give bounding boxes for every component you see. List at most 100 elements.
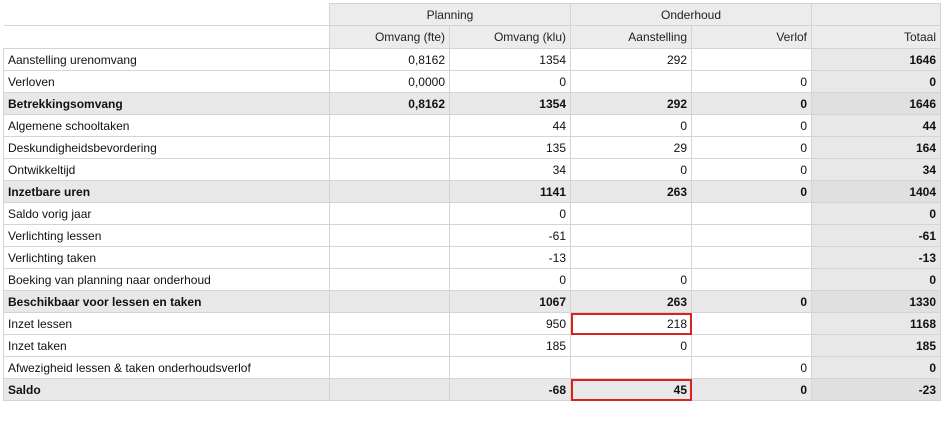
cell-omvang-fte <box>329 202 450 225</box>
cell-totaal: -61 <box>811 224 942 247</box>
row-label: Verloven <box>3 70 330 93</box>
cell-totaal: 34 <box>811 158 942 181</box>
cell-verlof <box>690 334 813 357</box>
row-label: Inzet lessen <box>3 312 330 335</box>
cell-omvang-fte: 0,8162 <box>329 92 450 115</box>
row-label: Verlichting lessen <box>3 224 330 247</box>
cell-aanstelling <box>570 246 692 269</box>
cell-verlof: 0 <box>690 158 813 181</box>
table-row: Verloven 0,0000 0 0 0 <box>3 70 942 93</box>
cell-verlof <box>690 312 813 335</box>
cell-omvang-klu <box>449 356 571 379</box>
cell-verlof: 0 <box>690 70 813 93</box>
cell-aanstelling <box>570 202 692 225</box>
cell-omvang-klu: 185 <box>449 334 571 357</box>
header-col-omvang-fte: Omvang (fte) <box>329 25 450 49</box>
cell-omvang-klu: 34 <box>449 158 571 181</box>
cell-aanstelling: 29 <box>570 136 692 159</box>
cell-aanstelling: 292 <box>570 48 692 71</box>
table-row: Inzet taken 185 0 185 <box>3 334 942 357</box>
cell-verlof: 0 <box>690 180 813 203</box>
cell-omvang-klu: 0 <box>449 202 571 225</box>
cell-verlof: 0 <box>690 136 813 159</box>
cell-totaal: -13 <box>811 246 942 269</box>
cell-omvang-klu: -68 <box>449 378 571 401</box>
row-label: Deskundigheidsbevordering <box>3 136 330 159</box>
cell-verlof: 0 <box>690 92 813 115</box>
cell-omvang-klu: 950 <box>449 312 571 335</box>
cell-omvang-fte <box>329 246 450 269</box>
subtotal-row: Betrekkingsomvang 0,8162 1354 292 0 1646 <box>3 92 942 115</box>
header-col-totaal: Totaal <box>811 25 942 49</box>
cell-omvang-klu: 0 <box>449 268 571 291</box>
cell-verlof <box>690 268 813 291</box>
cell-omvang-fte <box>329 378 450 401</box>
cell-verlof: 0 <box>690 378 813 401</box>
row-label: Inzetbare uren <box>3 180 330 203</box>
cell-aanstelling: 0 <box>570 334 692 357</box>
row-label: Boeking van planning naar onderhoud <box>3 268 330 291</box>
cell-totaal: 1646 <box>811 48 942 71</box>
row-label: Verlichting taken <box>3 246 330 269</box>
row-label: Inzet taken <box>3 334 330 357</box>
row-label: Betrekkingsomvang <box>3 92 330 115</box>
table-row: Verlichting lessen -61 -61 <box>3 224 942 247</box>
cell-omvang-klu: -13 <box>449 246 571 269</box>
cell-aanstelling: 0 <box>570 114 692 137</box>
cell-aanstelling <box>570 224 692 247</box>
table-row: Inzet lessen 950 218 1168 <box>3 312 942 335</box>
cell-omvang-fte <box>329 290 450 313</box>
cell-omvang-fte <box>329 136 450 159</box>
table-row: Aanstelling urenomvang 0,8162 1354 292 1… <box>3 48 942 71</box>
cell-verlof <box>690 202 813 225</box>
cell-totaal: 185 <box>811 334 942 357</box>
table-row: Boeking van planning naar onderhoud 0 0 … <box>3 268 942 291</box>
header-group-planning: Planning <box>329 3 571 26</box>
subtotal-row: Inzetbare uren 1141 263 0 1404 <box>3 180 942 203</box>
hours-overview-table-wrapper: Planning Onderhoud Omvang (fte) Omvang (… <box>3 3 942 401</box>
cell-omvang-klu: 1141 <box>449 180 571 203</box>
cell-verlof: 0 <box>690 114 813 137</box>
cell-aanstelling: 263 <box>570 290 692 313</box>
cell-totaal: 1404 <box>811 180 942 203</box>
cell-aanstelling <box>570 356 692 379</box>
cell-omvang-fte <box>329 158 450 181</box>
header-col-verlof: Verlof <box>690 25 813 49</box>
cell-omvang-klu: 1354 <box>449 48 571 71</box>
cell-omvang-fte <box>329 114 450 137</box>
table-row: Saldo vorig jaar 0 0 <box>3 202 942 225</box>
cell-verlof <box>690 48 813 71</box>
cell-totaal: 1330 <box>811 290 942 313</box>
cell-omvang-fte: 0,8162 <box>329 48 450 71</box>
cell-omvang-klu: 1067 <box>449 290 571 313</box>
row-label: Saldo <box>3 378 330 401</box>
table-row: Ontwikkeltijd 34 0 0 34 <box>3 158 942 181</box>
cell-omvang-fte <box>329 334 450 357</box>
cell-aanstelling: 263 <box>570 180 692 203</box>
cell-omvang-fte <box>329 224 450 247</box>
header-label-column <box>3 25 330 49</box>
row-label: Ontwikkeltijd <box>3 158 330 181</box>
cell-omvang-klu: 135 <box>449 136 571 159</box>
cell-omvang-fte <box>329 312 450 335</box>
header-corner <box>3 3 330 26</box>
cell-verlof <box>690 224 813 247</box>
cell-verlof: 0 <box>690 290 813 313</box>
cell-omvang-klu: -61 <box>449 224 571 247</box>
cell-verlof <box>690 246 813 269</box>
cell-totaal: 1168 <box>811 312 942 335</box>
cell-omvang-fte <box>329 356 450 379</box>
cell-totaal: 0 <box>811 70 942 93</box>
table-row: Verlichting taken -13 -13 <box>3 246 942 269</box>
cell-totaal: 0 <box>811 202 942 225</box>
header-col-aanstelling: Aanstelling <box>570 25 692 49</box>
cell-aanstelling-highlighted: 45 <box>570 378 692 401</box>
cell-omvang-klu: 44 <box>449 114 571 137</box>
table-row: Algemene schooltaken 44 0 0 44 <box>3 114 942 137</box>
cell-aanstelling <box>570 70 692 93</box>
cell-totaal: -23 <box>811 378 942 401</box>
cell-totaal: 0 <box>811 356 942 379</box>
cell-aanstelling-highlighted: 218 <box>570 312 692 335</box>
cell-aanstelling: 0 <box>570 268 692 291</box>
table-row: Afwezigheid lessen & taken onderhoudsver… <box>3 356 942 379</box>
